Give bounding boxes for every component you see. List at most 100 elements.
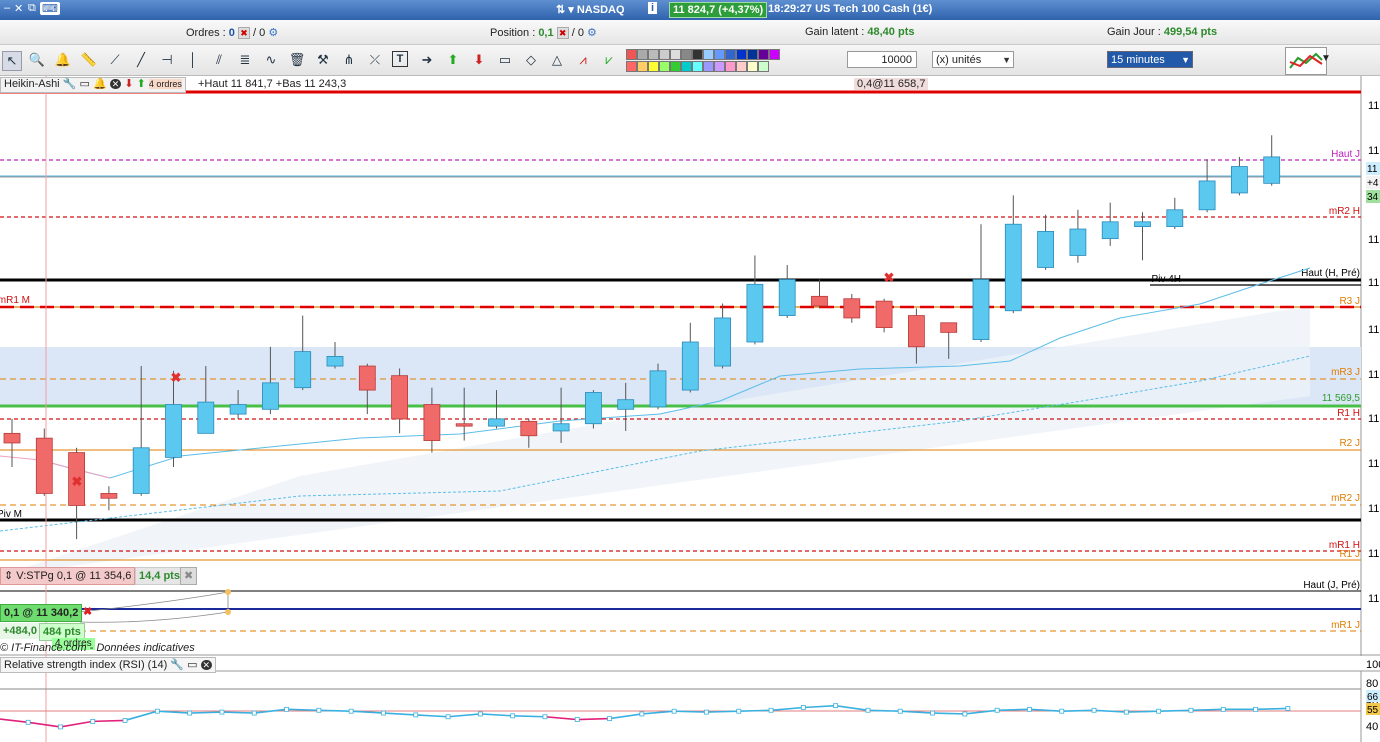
window-icon[interactable]: ▭ [187, 659, 197, 671]
cross-lines-icon[interactable]: ⤫ [366, 51, 384, 69]
instrument-selector[interactable]: ⇅ ▾ NASDAQ [556, 3, 625, 16]
pattern-icon[interactable]: ∿ [262, 51, 280, 69]
price-axis-label: 11 [1368, 548, 1379, 560]
color-swatch[interactable] [681, 49, 692, 60]
rectangle-icon[interactable]: ▭ [496, 51, 514, 69]
parallel-lines-icon[interactable]: ⫽ [210, 51, 228, 69]
window-icon[interactable]: ▭ [79, 78, 89, 90]
minimize-icon[interactable]: – [4, 2, 10, 14]
bell-icon[interactable]: 🔔 [93, 78, 107, 90]
color-swatch[interactable] [670, 49, 681, 60]
candle-body [488, 418, 505, 427]
color-swatch[interactable] [637, 61, 648, 72]
settings-icon[interactable]: ⚙ [268, 27, 278, 39]
close-icon[interactable]: ✕ [200, 660, 213, 670]
rsi-segment [28, 721, 61, 728]
rsi-segment [92, 719, 126, 723]
rsi-segment [641, 710, 675, 715]
hammer-icon[interactable]: ⚒ [314, 51, 332, 69]
zoom-icon[interactable]: 🔍 [28, 51, 46, 69]
move-down-icon[interactable]: ⬇ [124, 78, 133, 90]
color-swatch[interactable] [747, 61, 758, 72]
close-position-icon[interactable]: ✖ [556, 27, 569, 40]
color-swatch[interactable] [648, 61, 659, 72]
color-swatch[interactable] [725, 61, 736, 72]
close-icon[interactable]: ✕ [14, 2, 23, 15]
color-swatch[interactable] [626, 49, 637, 60]
close-icon[interactable]: ✕ [109, 79, 122, 89]
color-swatch[interactable] [736, 61, 747, 72]
restore-icon[interactable]: ⧉ [28, 2, 36, 15]
wave-icon[interactable]: ⩘ [574, 51, 592, 69]
settings-icon[interactable]: ⚙ [587, 27, 597, 39]
rsi-segment [867, 709, 901, 712]
color-swatch[interactable] [714, 49, 725, 60]
pitchfork-icon[interactable]: ⋔ [340, 51, 358, 69]
color-swatch[interactable] [736, 49, 747, 60]
trash-icon[interactable]: 🗑 [288, 51, 306, 69]
drag-handle-icon[interactable]: ⇕ [4, 570, 13, 582]
color-swatch[interactable] [659, 61, 670, 72]
ruler-icon[interactable]: 📏 [80, 51, 98, 69]
rsi-point [445, 714, 451, 720]
unit-select[interactable]: (x) unités ▼ [932, 51, 1014, 68]
candle-body [326, 356, 344, 367]
trendline-icon[interactable]: ╱ [132, 51, 150, 69]
info-icon[interactable]: i [648, 2, 658, 14]
color-swatch[interactable] [648, 49, 659, 60]
rsi-point [639, 711, 645, 717]
color-swatch[interactable] [703, 61, 714, 72]
vertical-line-icon[interactable]: │ [184, 51, 202, 69]
color-swatch[interactable] [670, 61, 681, 72]
candle-body [778, 279, 796, 316]
color-swatch[interactable] [626, 61, 637, 72]
square-icon[interactable]: ◇ [522, 51, 540, 69]
arrow-right-icon[interactable]: ➜ [418, 51, 436, 69]
fibonacci-icon[interactable]: ≣ [236, 51, 254, 69]
stop-order-pill[interactable]: ⇕ V:STPg 0,1 @ 11 354,6 [0, 567, 136, 585]
order-tag[interactable]: 0,4@11 658,7 [854, 78, 929, 90]
arrow-up-icon[interactable]: ⬆ [444, 51, 462, 69]
candle-body [197, 401, 215, 434]
color-swatch[interactable] [725, 49, 736, 60]
alert-bell-icon[interactable]: 🔔 [54, 51, 72, 69]
price-chart[interactable]: Haut J mR2 H Haut (H, Pré) Piv 4H R3 J mR1 M m… [0, 76, 1380, 742]
arrow-down-icon[interactable]: ⬇ [470, 51, 488, 69]
color-swatch[interactable] [758, 49, 769, 60]
color-swatch[interactable] [637, 49, 648, 60]
triangle-icon[interactable]: △ [548, 51, 566, 69]
color-swatch[interactable] [681, 61, 692, 72]
entry-pill[interactable]: 0,1 @ 11 340,2 [0, 604, 83, 622]
color-swatch[interactable] [692, 61, 703, 72]
color-swatch[interactable] [769, 49, 780, 60]
candle-body [165, 404, 182, 458]
rsi-point [865, 707, 871, 713]
cancel-stop-icon[interactable]: ✖ [180, 567, 198, 585]
color-swatch[interactable] [703, 49, 714, 60]
wrench-icon[interactable]: 🔧 [63, 78, 77, 90]
color-swatch[interactable] [747, 49, 758, 60]
color-swatch[interactable] [714, 61, 725, 72]
text-tool-icon[interactable]: T [392, 51, 408, 67]
rsi-point [154, 708, 160, 714]
chevron-down-icon: ▼ [1002, 55, 1011, 65]
color-swatch[interactable] [758, 61, 769, 72]
cancel-orders-icon[interactable]: ✖ [237, 27, 250, 40]
rsi-segment [544, 715, 578, 721]
close-position-icon[interactable]: ✖ [80, 604, 95, 620]
wrench-icon[interactable]: 🔧 [170, 659, 184, 671]
quantity-input[interactable]: 10000 [847, 51, 917, 68]
segment-icon[interactable]: ⟋ [106, 51, 124, 69]
color-swatch[interactable] [659, 49, 670, 60]
level-label: Piv 4H [1152, 274, 1181, 285]
horizontal-line-icon[interactable]: ⊣ [158, 51, 176, 69]
candle-body [1166, 209, 1184, 228]
pointer-icon[interactable]: ↖ [2, 51, 22, 71]
move-up-icon[interactable]: ⬆ [137, 78, 146, 90]
keyboard-icon[interactable]: ⌨ [40, 2, 60, 15]
zigzag-icon[interactable]: ⩗ [600, 51, 618, 69]
timeframe-select[interactable]: 15 minutes ▼ [1107, 51, 1193, 68]
rsi-point [542, 714, 548, 720]
color-swatch[interactable] [692, 49, 703, 60]
chevron-down-icon[interactable]: ▼ [1321, 53, 1331, 64]
